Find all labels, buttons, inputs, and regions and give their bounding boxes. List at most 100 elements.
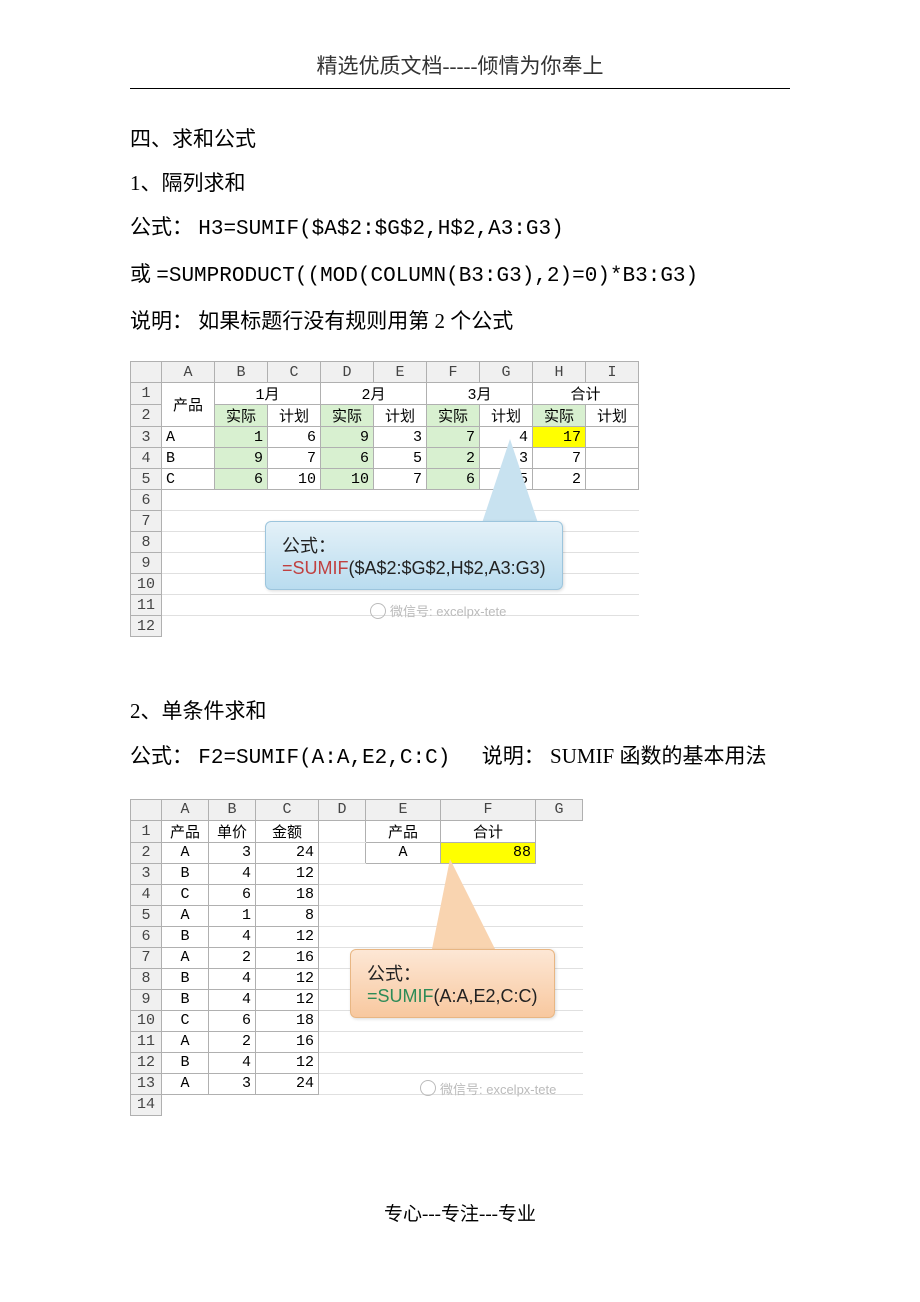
formula-args: ($A$2:$G$2,H$2,A3:G3) [349, 558, 546, 578]
col-header: G [480, 362, 533, 383]
cell [319, 842, 366, 863]
cell: 金额 [256, 820, 319, 842]
col-header: B [209, 799, 256, 820]
cell: 4 [209, 1052, 256, 1073]
cell: 12 [256, 863, 319, 884]
col-header: C [268, 362, 321, 383]
cell: B [162, 968, 209, 989]
cell: C [162, 884, 209, 905]
callout-formula: =SUMIF(A:A,E2,C:C) [367, 986, 538, 1007]
watermark-text: 微信号: excelpx-tete [390, 601, 506, 620]
cell: 6 [215, 469, 268, 490]
cell: 计划 [586, 405, 639, 427]
cell: 2 [427, 448, 480, 469]
col-header: A [162, 799, 209, 820]
cell: A [162, 1073, 209, 1094]
row-header: 13 [131, 1073, 162, 1094]
cell: 8 [256, 905, 319, 926]
cell: B [162, 989, 209, 1010]
cell: 5 [374, 448, 427, 469]
cell: 18 [256, 884, 319, 905]
row-header: 8 [131, 968, 162, 989]
cell: 24 [256, 1073, 319, 1094]
wechat-watermark: 微信号: excelpx-tete [420, 1079, 556, 1098]
cell: C [162, 469, 215, 490]
row-header: 14 [131, 1094, 162, 1115]
formula-callout: 公式： =SUMIF(A:A,E2,C:C) [350, 949, 555, 1018]
cell: A [162, 842, 209, 863]
corner-cell [131, 362, 162, 383]
row-header: 11 [131, 595, 162, 616]
col-header: H [533, 362, 586, 383]
row-header: 5 [131, 905, 162, 926]
cell: 产品 [162, 383, 215, 427]
cell [536, 842, 583, 863]
or-label: 或 [130, 262, 151, 286]
row-header: 9 [131, 989, 162, 1010]
page-header: 精选优质文档-----倾情为你奉上 [130, 50, 790, 89]
row-header: 1 [131, 820, 162, 842]
note-text: SUMIF 函数的基本用法 [550, 744, 766, 768]
cell: 7 [374, 469, 427, 490]
cell: 合计 [441, 820, 536, 842]
formula-callout: 公式： =SUMIF($A$2:$G$2,H$2,A3:G3) [265, 521, 563, 590]
cell: 2月 [321, 383, 427, 405]
excel-table-1: A B C D E F G H I 1 产品 1月 2月 3月 合计 2 实际 [130, 361, 639, 637]
row-header: 3 [131, 863, 162, 884]
callout-label: 公式： [367, 960, 538, 986]
cell: 6 [268, 427, 321, 448]
cell: 实际 [533, 405, 586, 427]
cell: 3 [209, 1073, 256, 1094]
cell: 单价 [209, 820, 256, 842]
col-header: E [366, 799, 441, 820]
row-header: 6 [131, 490, 162, 511]
cell: 合计 [533, 383, 639, 405]
cell: B [162, 863, 209, 884]
part2-line: 公式： F2=SUMIF(A:A,E2,C:C) 说明： SUMIF 函数的基本… [130, 734, 790, 781]
wechat-watermark: 微信号: excelpx-tete [370, 601, 506, 620]
cell: 4 [209, 968, 256, 989]
cell [586, 427, 639, 448]
col-header: F [441, 799, 536, 820]
row-header: 7 [131, 947, 162, 968]
cell: 实际 [321, 405, 374, 427]
row-header: 9 [131, 553, 162, 574]
section-title: 四、求和公式 [130, 117, 790, 161]
cell: 4 [209, 863, 256, 884]
cell: 18 [256, 1010, 319, 1031]
col-header: A [162, 362, 215, 383]
cell: 6 [427, 469, 480, 490]
row-header: 1 [131, 383, 162, 405]
wechat-icon [370, 603, 386, 619]
cell: 2 [209, 1031, 256, 1052]
formula-function: =SUMIF [367, 986, 434, 1006]
cell: 2 [209, 947, 256, 968]
cell: 12 [256, 989, 319, 1010]
cell: A [162, 427, 215, 448]
page-footer: 专心---专注---专业 [130, 1199, 790, 1226]
cell: 12 [256, 968, 319, 989]
part1-note: 说明： 如果标题行没有规则用第 2 个公式 [130, 299, 790, 343]
row-header: 3 [131, 427, 162, 448]
cell: B [162, 1052, 209, 1073]
row-header: 5 [131, 469, 162, 490]
cell: 计划 [268, 405, 321, 427]
row-header: 2 [131, 405, 162, 427]
figure-2: A B C D E F G 1 产品 单价 金额 产品 合计 2 A [130, 799, 790, 1139]
note-label: 说明： [482, 744, 545, 768]
cell: 6 [209, 1010, 256, 1031]
row-header: 12 [131, 616, 162, 637]
col-header: G [536, 799, 583, 820]
cell: 7 [427, 427, 480, 448]
cell [586, 448, 639, 469]
row-header: 4 [131, 448, 162, 469]
row-header: 6 [131, 926, 162, 947]
watermark-text: 微信号: excelpx-tete [440, 1079, 556, 1098]
col-header: C [256, 799, 319, 820]
cell: 计划 [374, 405, 427, 427]
formula-text: =SUMPRODUCT((MOD(COLUMN(B3:G3),2)=0)*B3:… [156, 265, 698, 288]
cell [586, 469, 639, 490]
part1-formula2: 或 =SUMPRODUCT((MOD(COLUMN(B3:G3),2)=0)*B… [130, 252, 790, 299]
cell: 24 [256, 842, 319, 863]
row-header: 10 [131, 1010, 162, 1031]
